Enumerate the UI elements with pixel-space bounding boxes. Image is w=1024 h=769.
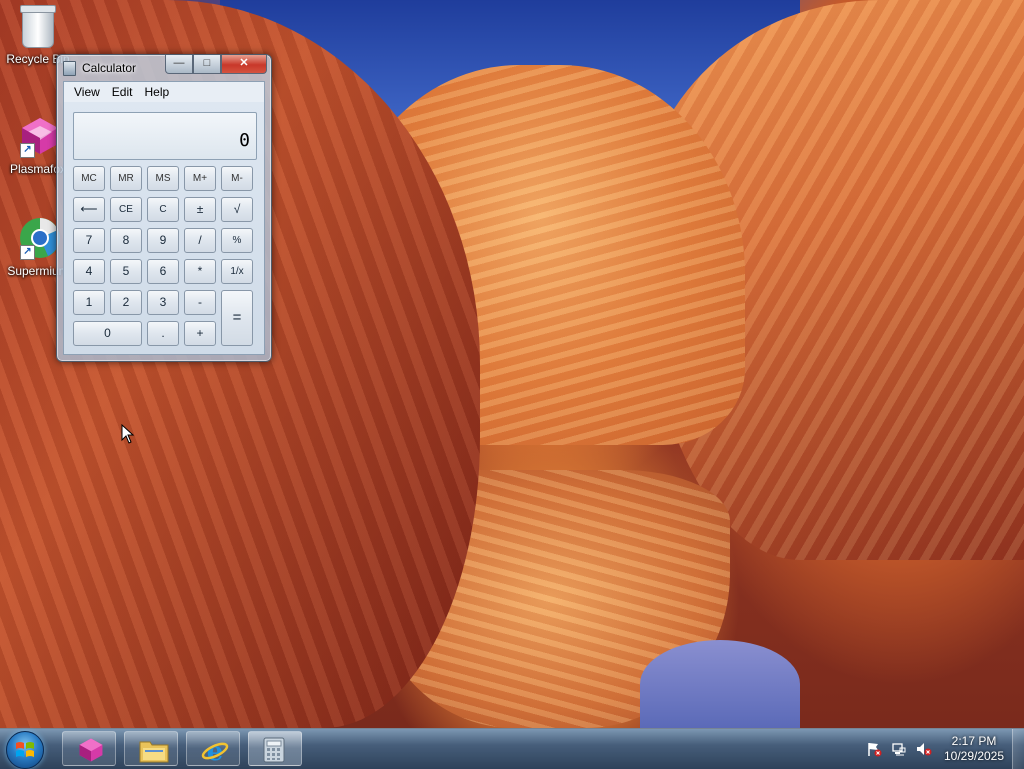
calculator-display: 0 — [73, 112, 257, 160]
supermium-icon: ↗ — [18, 216, 60, 260]
taskbar-item-file-explorer[interactable] — [124, 731, 178, 766]
taskbar-item-internet-explorer[interactable]: e — [186, 731, 240, 766]
shortcut-arrow-icon: ↗ — [20, 245, 35, 260]
taskbar-item-calculator[interactable] — [248, 731, 302, 766]
folder-icon — [139, 741, 169, 763]
clear-entry-button[interactable]: CE — [110, 197, 142, 222]
windows-logo-icon — [16, 742, 34, 757]
calculator-window[interactable]: Calculator — □ ✕ View Edit Help 0 MC MR … — [56, 54, 272, 362]
network-icon[interactable] — [891, 741, 907, 757]
digit-2-button[interactable]: 2 — [110, 290, 142, 315]
minus-button[interactable]: - — [184, 290, 216, 315]
digit-9-button[interactable]: 9 — [147, 228, 179, 253]
mouse-cursor-icon — [121, 424, 135, 444]
display-value: 0 — [239, 130, 250, 151]
close-button[interactable]: ✕ — [221, 55, 267, 74]
digit-0-button[interactable]: 0 — [73, 321, 142, 346]
equals-button[interactable]: = — [221, 290, 253, 346]
calculator-titlebar[interactable]: Calculator — □ ✕ — [57, 55, 271, 79]
mr-button[interactable]: MR — [110, 166, 142, 191]
show-desktop-button[interactable] — [1012, 729, 1024, 769]
keypad: MC MR MS M+ M- ⟵ CE C ± √ 7 8 9 / % 4 5 … — [73, 166, 259, 346]
maximize-button[interactable]: □ — [193, 55, 221, 74]
menu-bar: View Edit Help — [64, 82, 264, 102]
taskbar-item-plasmafox[interactable] — [62, 731, 116, 766]
digit-6-button[interactable]: 6 — [147, 259, 179, 284]
recycle-bin-icon — [20, 5, 56, 48]
digit-3-button[interactable]: 3 — [147, 290, 179, 315]
calculator-icon — [63, 61, 76, 76]
action-center-flag-icon[interactable] — [866, 741, 882, 757]
clock-date: 10/29/2025 — [943, 749, 1005, 763]
svg-text:e: e — [207, 737, 224, 765]
digit-7-button[interactable]: 7 — [73, 228, 105, 253]
plasmafox-icon — [79, 738, 103, 762]
ms-button[interactable]: MS — [147, 166, 179, 191]
ie-icon: e — [201, 737, 229, 765]
plus-button[interactable]: + — [184, 321, 216, 346]
percent-button[interactable]: % — [221, 228, 253, 253]
m-plus-button[interactable]: M+ — [184, 166, 216, 191]
volume-muted-icon[interactable] — [916, 741, 932, 757]
shortcut-arrow-icon: ↗ — [20, 143, 35, 158]
decimal-button[interactable]: . — [147, 321, 179, 346]
m-minus-button[interactable]: M- — [221, 166, 253, 191]
menu-help[interactable]: Help — [138, 82, 175, 102]
menu-view[interactable]: View — [68, 82, 106, 102]
digit-5-button[interactable]: 5 — [110, 259, 142, 284]
digit-4-button[interactable]: 4 — [73, 259, 105, 284]
clear-button[interactable]: C — [147, 197, 179, 222]
clock-time: 2:17 PM — [951, 734, 997, 748]
wallpaper-water — [640, 640, 800, 728]
plasmafox-icon: ↗ — [18, 114, 58, 158]
calculator-icon — [263, 737, 285, 763]
square-root-button[interactable]: √ — [221, 197, 253, 222]
menu-edit[interactable]: Edit — [106, 82, 139, 102]
mc-button[interactable]: MC — [73, 166, 105, 191]
backspace-button[interactable]: ⟵ — [73, 197, 105, 222]
digit-1-button[interactable]: 1 — [73, 290, 105, 315]
window-title: Calculator — [82, 61, 137, 75]
multiply-button[interactable]: * — [184, 259, 216, 284]
plus-minus-button[interactable]: ± — [184, 197, 216, 222]
calculator-body: View Edit Help 0 MC MR MS M+ M- ⟵ CE C ±… — [63, 81, 265, 355]
start-button[interactable] — [6, 731, 44, 769]
reciprocal-button[interactable]: 1/x — [221, 259, 253, 284]
minimize-button[interactable]: — — [165, 55, 193, 74]
digit-8-button[interactable]: 8 — [110, 228, 142, 253]
taskbar: e 2:17 PM 10/29/2025 — [0, 728, 1024, 769]
taskbar-clock[interactable]: 2:17 PM 10/29/2025 — [936, 734, 1012, 764]
divide-button[interactable]: / — [184, 228, 216, 253]
